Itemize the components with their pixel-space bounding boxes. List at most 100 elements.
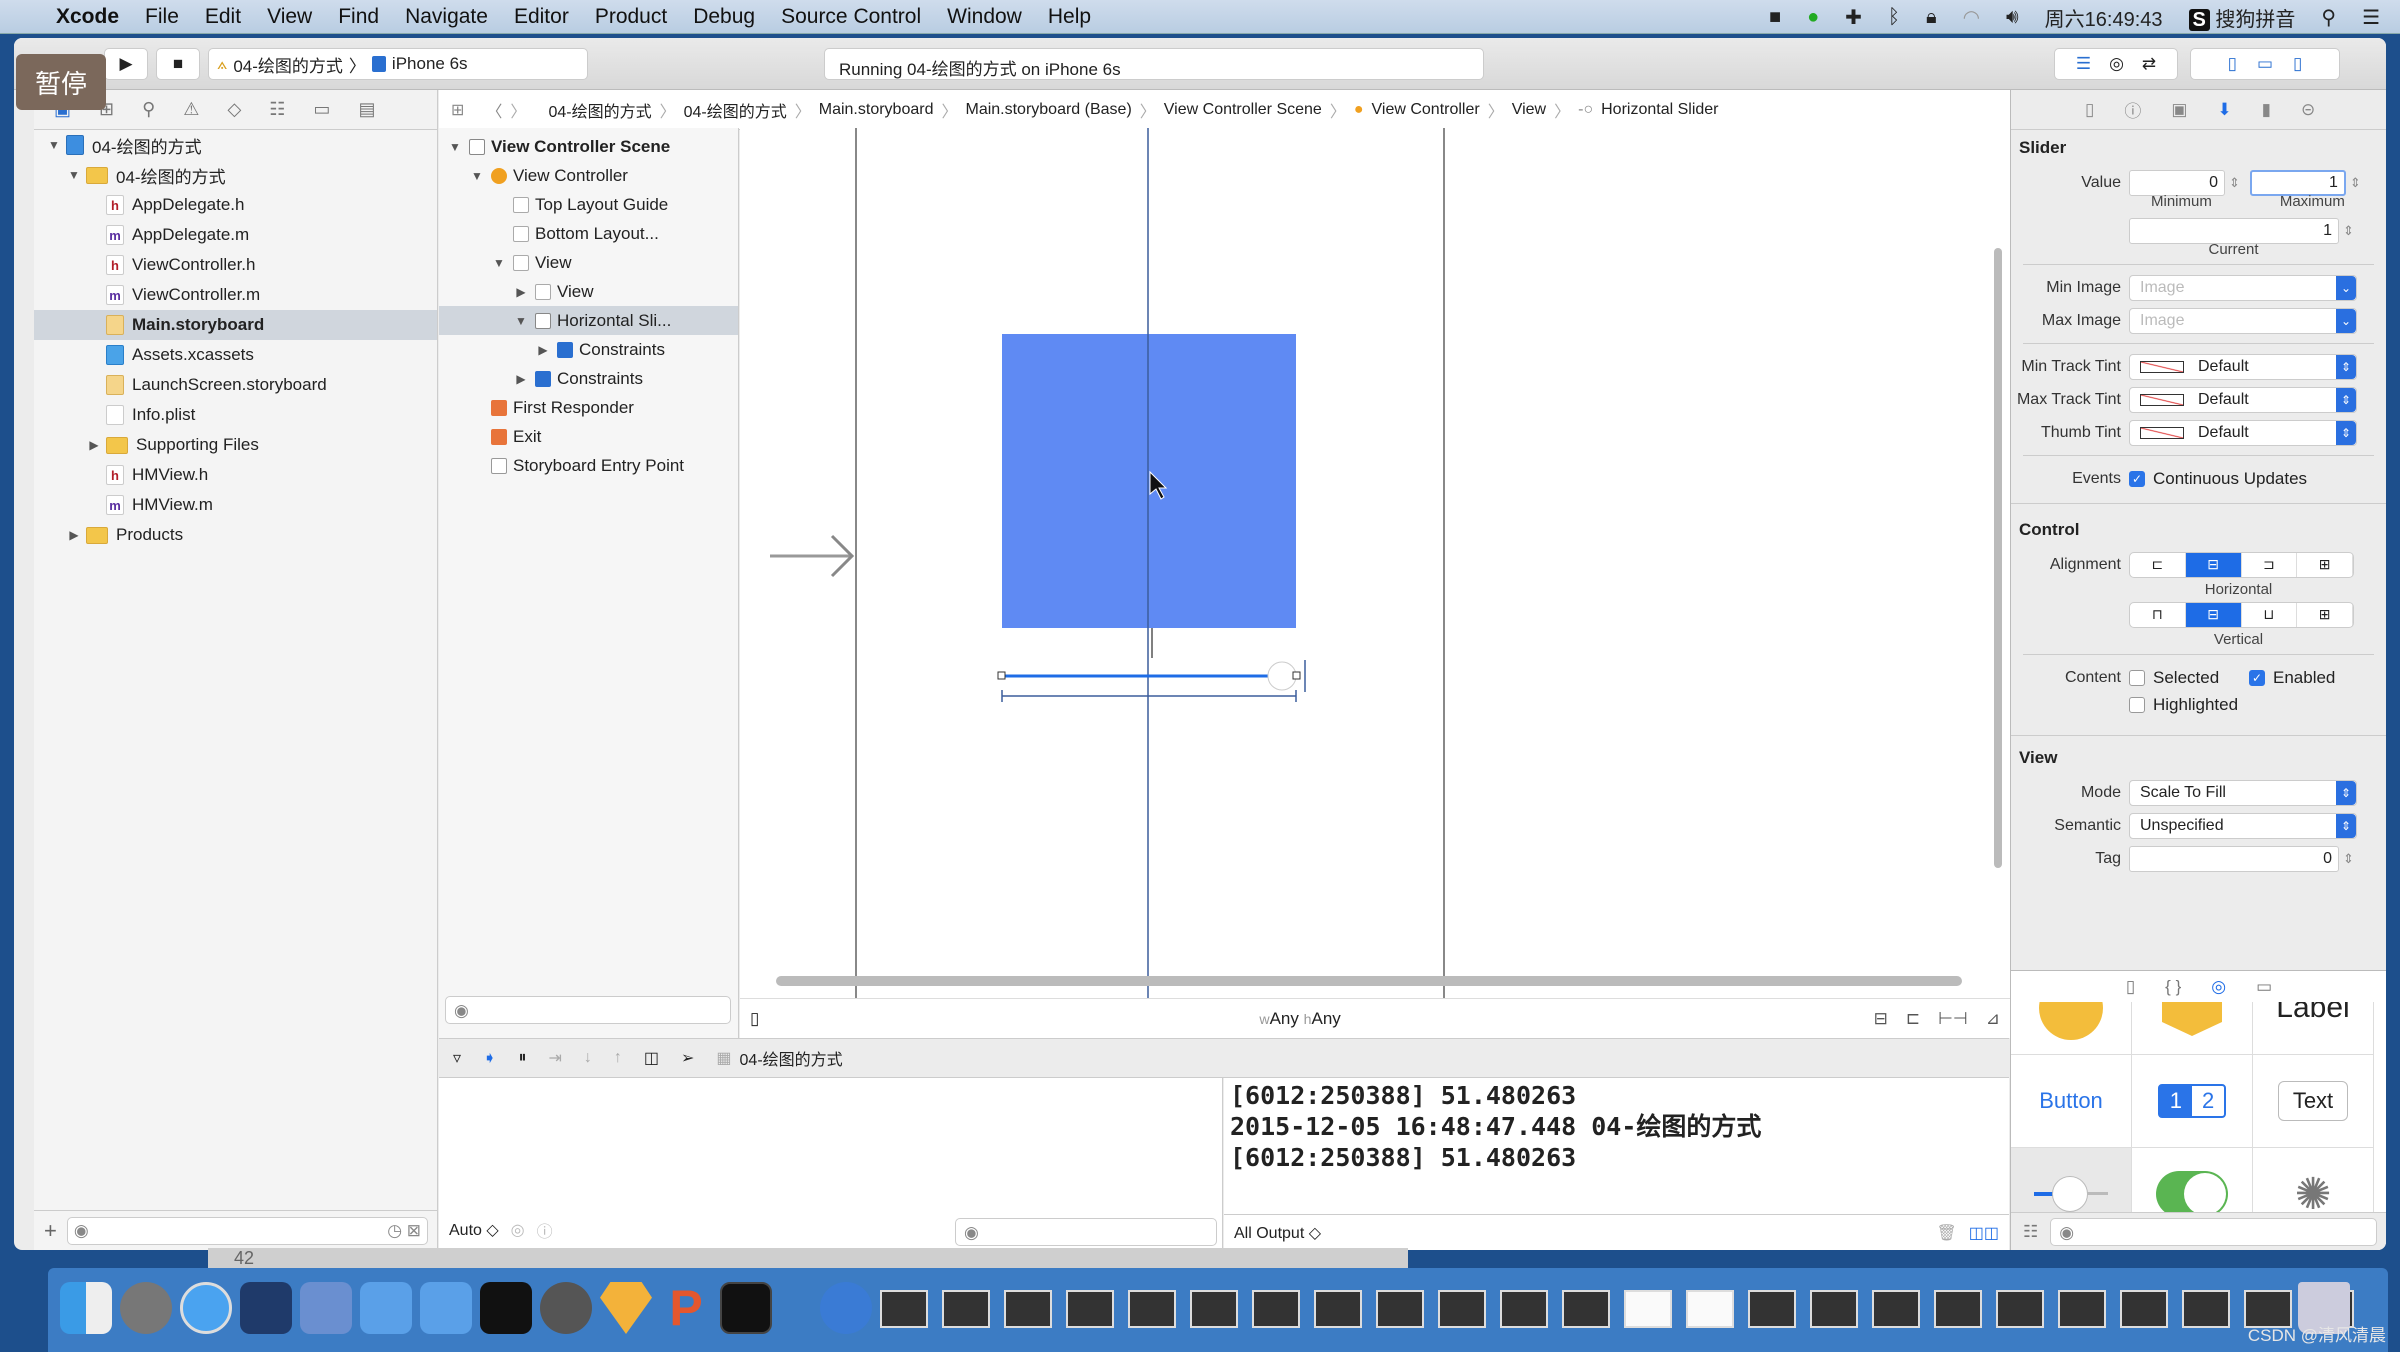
align-bottom-icon[interactable]: ⊔ [2242, 602, 2298, 627]
notification-center-icon[interactable]: ☰ [2362, 5, 2380, 30]
align-icon[interactable]: ⊏ [1906, 1009, 1920, 1029]
jump-storyboard[interactable]: Main.storyboard [819, 101, 934, 119]
minimized-window-thumbnail[interactable] [1376, 1290, 1424, 1328]
media-library-icon[interactable]: ▭ [2256, 977, 2272, 997]
sketch-icon[interactable] [600, 1282, 652, 1334]
minimized-window-thumbnail[interactable] [2120, 1290, 2168, 1328]
navigator-item[interactable]: h HMView.h [34, 460, 437, 490]
view-debugger-icon[interactable]: ◫ [644, 1048, 659, 1068]
outline-item[interactable]: ▼ View Controller Scene [439, 132, 738, 161]
object-library-icon[interactable]: ◎ [2211, 977, 2226, 997]
navigator-item[interactable]: ▼ 04-绘图的方式 [34, 130, 437, 160]
outline-item[interactable]: ▶ Constraints [439, 335, 738, 364]
library-item-slider[interactable] [2011, 1148, 2132, 1212]
align-top-icon[interactable]: ⊓ [2130, 602, 2186, 627]
outline-item[interactable]: ▼ Horizontal Sli... [439, 306, 738, 335]
outline-item[interactable]: Storyboard Entry Point [439, 451, 738, 480]
navigator-item[interactable]: LaunchScreen.storyboard [34, 370, 437, 400]
toggle-utilities-icon[interactable]: ▯ [2293, 54, 2302, 74]
disclosure-triangle-icon[interactable]: ▶ [86, 438, 102, 452]
minimized-window-thumbnail[interactable] [1810, 1290, 1858, 1328]
library-filter-input[interactable]: ◉ [2050, 1217, 2377, 1246]
plus-status-icon[interactable]: ✚ [1845, 5, 1862, 30]
forward-icon[interactable]: 〉 [510, 98, 526, 122]
find-navigator-icon[interactable]: ⚲ [142, 99, 155, 120]
minimized-window-thumbnail[interactable] [1004, 1290, 1052, 1328]
test-navigator-icon[interactable]: ◇ [227, 99, 241, 120]
menu-product[interactable]: Product [595, 5, 667, 29]
identity-inspector-icon[interactable]: ▣ [2171, 100, 2187, 120]
menu-find[interactable]: Find [338, 5, 379, 29]
minimized-window-thumbnail[interactable] [1500, 1290, 1548, 1328]
resize-handle-right[interactable] [1292, 671, 1301, 680]
menu-app[interactable]: Xcode [56, 5, 119, 29]
align-fill-h-icon[interactable]: ⊞ [2297, 552, 2353, 577]
menu-window[interactable]: Window [947, 5, 1022, 29]
debug-navigator-icon[interactable]: ☷ [269, 99, 285, 120]
menu-editor[interactable]: Editor [514, 5, 569, 29]
thumb-tint-popup[interactable]: Default ⇕ [2129, 419, 2357, 446]
library-item-activity-indicator[interactable]: ✺ [2253, 1148, 2374, 1212]
jump-folder[interactable]: 04-绘图的方式 [684, 98, 787, 122]
volume-icon[interactable]: 🔊︎ [2006, 6, 2019, 29]
toggle-navigator-icon[interactable]: ▯ [2228, 54, 2237, 74]
minimized-window-thumbnail[interactable] [1562, 1290, 1610, 1328]
minimized-window-thumbnail[interactable] [1934, 1290, 1982, 1328]
disclosure-triangle-icon[interactable]: ▼ [447, 140, 463, 154]
clock[interactable]: 周六16:49:43 [2045, 3, 2163, 32]
outline-item[interactable]: Top Layout Guide [439, 190, 738, 219]
debug-target[interactable]: 04-绘图的方式 [740, 1046, 843, 1070]
minimized-window-thumbnail[interactable] [1872, 1290, 1920, 1328]
disclosure-triangle-icon[interactable]: ▼ [513, 314, 529, 328]
version-editor-icon[interactable]: ⇄ [2142, 54, 2156, 74]
disclosure-triangle-icon[interactable]: ▼ [66, 168, 82, 182]
pause-overlay[interactable]: 暂停 [16, 54, 106, 110]
navigator-item[interactable]: Main.storyboard [34, 310, 437, 340]
disclosure-triangle-icon[interactable]: ▶ [513, 372, 529, 386]
horizontal-scrollbar[interactable] [776, 976, 1962, 986]
menu-file[interactable]: File [145, 5, 179, 29]
maximum-value-field[interactable]: 1 [2249, 169, 2346, 196]
quick-look-icon[interactable]: ◎ [511, 1220, 525, 1240]
outline-item[interactable]: ▼ View Controller [439, 161, 738, 190]
library-item-label[interactable]: Label [2253, 1002, 2374, 1055]
selected-checkbox[interactable] [2129, 669, 2145, 686]
green-app-icon[interactable]: ● [1807, 6, 1819, 29]
minimized-window-thumbnail[interactable] [1066, 1290, 1114, 1328]
toggle-outline-icon[interactable]: ▯ [750, 1009, 759, 1029]
outline-item[interactable]: Exit [439, 422, 738, 451]
minimized-window-thumbnail[interactable] [880, 1290, 928, 1328]
disclosure-triangle-icon[interactable]: ▼ [469, 169, 485, 183]
menu-source-control[interactable]: Source Control [781, 5, 921, 29]
jump-slider[interactable]: Horizontal Slider [1601, 101, 1718, 119]
pause-execution-icon[interactable]: ⏸︎ [518, 1049, 526, 1067]
min-image-combo[interactable]: Image ⌄ [2129, 274, 2357, 301]
step-over-icon[interactable]: ⇥ [548, 1048, 561, 1068]
align-left-icon[interactable]: ⊏ [2130, 552, 2186, 577]
navigator-item[interactable]: m AppDelegate.m [34, 220, 437, 250]
current-stepper[interactable]: ⇕ [2343, 223, 2354, 239]
max-image-combo[interactable]: Image ⌄ [2129, 307, 2357, 334]
print-description-icon[interactable]: ⓘ [537, 1218, 553, 1242]
minimum-value-field[interactable]: 0 [2129, 169, 2225, 196]
tag-stepper[interactable]: ⇕ [2343, 851, 2354, 867]
assistant-editor-icon[interactable]: ◎ [2109, 54, 2124, 74]
outline-item[interactable]: Bottom Layout... [439, 219, 738, 248]
imovie-icon[interactable] [300, 1282, 352, 1334]
entry-point-arrow[interactable] [770, 534, 855, 578]
minimized-window-thumbnail[interactable] [2058, 1290, 2106, 1328]
disclosure-triangle-icon[interactable]: ▶ [513, 285, 529, 299]
simulator-icon[interactable] [420, 1282, 472, 1334]
menu-view[interactable]: View [267, 5, 312, 29]
stack-icon[interactable]: ⊟ [1874, 1009, 1888, 1029]
outline-item[interactable]: ▶ Constraints [439, 364, 738, 393]
media-player-icon[interactable] [820, 1282, 872, 1334]
issue-navigator-icon[interactable]: ⚠ [183, 99, 199, 120]
resize-handle-left[interactable] [997, 671, 1006, 680]
add-file-icon[interactable]: + [44, 1218, 57, 1244]
jump-view[interactable]: View [1512, 101, 1546, 119]
run-button[interactable]: ▶ [104, 48, 148, 80]
outline-item[interactable]: ▼ View [439, 248, 738, 277]
library-item-object[interactable] [2132, 1002, 2253, 1055]
wifi-icon[interactable]: ◠ [1963, 5, 1980, 30]
